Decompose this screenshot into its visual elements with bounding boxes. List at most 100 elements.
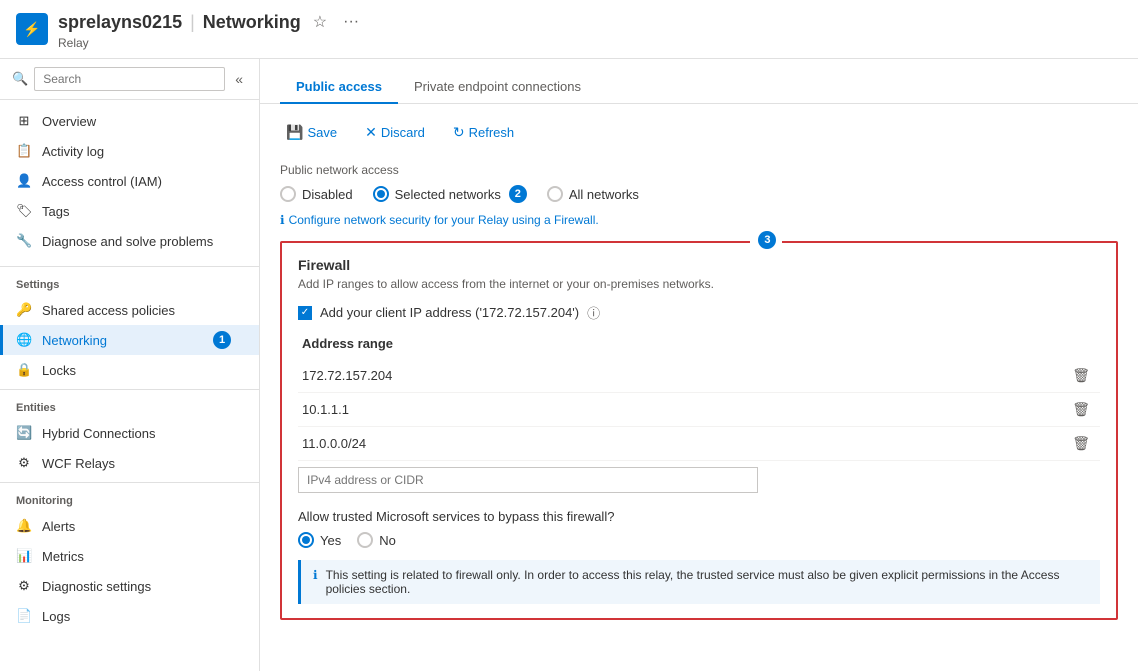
- sidebar-item-label: Hybrid Connections: [42, 426, 155, 441]
- radio-all-networks-circle: [547, 186, 563, 202]
- tab-bar: Public access Private endpoint connectio…: [280, 71, 1118, 103]
- logs-icon: 📄: [16, 608, 32, 624]
- sidebar-item-label: Activity log: [42, 144, 104, 159]
- sidebar-item-access-control[interactable]: 👤 Access control (IAM): [0, 166, 259, 196]
- shared-access-icon: 🔑: [16, 302, 32, 318]
- trusted-info-text: This setting is related to firewall only…: [326, 568, 1088, 596]
- discard-button[interactable]: ✕ Discard: [359, 120, 431, 145]
- favorite-button[interactable]: ☆: [309, 8, 331, 36]
- metrics-icon: 📊: [16, 548, 32, 564]
- client-ip-label: Add your client IP address ('172.72.157.…: [320, 305, 579, 320]
- sidebar-item-label: Shared access policies: [42, 303, 175, 318]
- sidebar-item-diagnose[interactable]: 🔧 Diagnose and solve problems: [0, 226, 259, 256]
- page-title: Networking: [203, 12, 301, 33]
- sidebar-item-label: Overview: [42, 114, 96, 129]
- radio-trusted-yes[interactable]: Yes: [298, 532, 341, 548]
- table-row: 11.0.0.0/24 🗑: [298, 427, 1100, 461]
- resource-name-title: sprelayns0215 | Networking ☆ ··· Relay: [58, 8, 363, 50]
- search-input[interactable]: [34, 67, 225, 91]
- sidebar-item-label: Diagnostic settings: [42, 579, 151, 594]
- sidebar-item-activity-log[interactable]: 📋 Activity log: [0, 136, 259, 166]
- radio-trusted-no-circle: [357, 532, 373, 548]
- delete-address-1-button[interactable]: 🗑: [1066, 399, 1096, 420]
- delete-address-2-button[interactable]: 🗑: [1066, 433, 1096, 454]
- table-row: 172.72.157.204 🗑: [298, 359, 1100, 393]
- sidebar-item-tags[interactable]: 🏷 Tags: [0, 196, 259, 226]
- sidebar-item-label: Locks: [42, 363, 76, 378]
- sidebar-item-wcf-relays[interactable]: ⚙ WCF Relays: [0, 448, 259, 478]
- header-separator: |: [190, 12, 195, 33]
- trusted-section: Allow trusted Microsoft services to bypa…: [298, 509, 1100, 604]
- sidebar-item-label: Logs: [42, 609, 70, 624]
- hybrid-connections-icon: 🔄: [16, 425, 32, 441]
- more-button[interactable]: ···: [339, 9, 363, 35]
- trusted-info-bar: ℹ This setting is related to firewall on…: [298, 560, 1100, 604]
- radio-trusted-yes-circle: [298, 532, 314, 548]
- locks-icon: 🔒: [16, 362, 32, 378]
- trusted-radio-group: Yes No: [298, 532, 1100, 548]
- sidebar-item-hybrid-connections[interactable]: 🔄 Hybrid Connections: [0, 418, 259, 448]
- sidebar-item-metrics[interactable]: 📊 Metrics: [0, 541, 259, 571]
- firewall-title: Firewall: [298, 257, 1100, 273]
- network-access-options: Disabled Selected networks 2 All network…: [280, 185, 1118, 203]
- alerts-icon: 🔔: [16, 518, 32, 534]
- overview-icon: ⊞: [16, 113, 32, 129]
- radio-selected-networks[interactable]: Selected networks 2: [373, 185, 527, 203]
- info-circle-icon: ℹ: [280, 213, 285, 227]
- save-button[interactable]: 💾 Save: [280, 120, 343, 145]
- delete-address-0-button[interactable]: 🗑: [1066, 365, 1096, 386]
- wcf-relays-icon: ⚙: [16, 455, 32, 471]
- sidebar-item-alerts[interactable]: 🔔 Alerts: [0, 511, 259, 541]
- sidebar-item-label: Metrics: [42, 549, 84, 564]
- toolbar: 💾 Save ✕ Discard ↻ Refresh: [280, 120, 1118, 145]
- resource-name: sprelayns0215: [58, 12, 182, 33]
- firewall-info-link[interactable]: ℹ Configure network security for your Re…: [280, 213, 1118, 227]
- refresh-button[interactable]: ↻ Refresh: [447, 120, 520, 145]
- client-ip-checkbox[interactable]: [298, 306, 312, 320]
- resource-icon: ⚡: [16, 13, 48, 45]
- sidebar-item-label: WCF Relays: [42, 456, 115, 471]
- collapse-button[interactable]: «: [231, 69, 247, 89]
- new-address-row: [298, 467, 1100, 493]
- sidebar-item-diagnostic-settings[interactable]: ⚙ Diagnostic settings: [0, 571, 259, 601]
- radio-selected-networks-circle: [373, 186, 389, 202]
- sidebar-item-overview[interactable]: ⊞ Overview: [0, 106, 259, 136]
- radio-disabled-circle: [280, 186, 296, 202]
- sidebar-item-label: Alerts: [42, 519, 75, 534]
- sidebar-item-label: Diagnose and solve problems: [42, 234, 213, 249]
- firewall-section: 3 Firewall Add IP ranges to allow access…: [280, 241, 1118, 620]
- sidebar-item-shared-access-policies[interactable]: 🔑 Shared access policies: [0, 295, 259, 325]
- networking-icon: 🌐: [16, 332, 32, 348]
- radio-all-networks[interactable]: All networks: [547, 186, 639, 202]
- main-content: Public access Private endpoint connectio…: [260, 59, 1138, 671]
- nav-section: ⊞ Overview 📋 Activity log 👤 Access contr…: [0, 100, 259, 262]
- tab-public-access[interactable]: Public access: [280, 71, 398, 104]
- monitoring-section-label: Monitoring: [0, 487, 259, 511]
- search-icon: 🔍: [12, 71, 28, 87]
- selected-networks-badge: 2: [509, 185, 527, 203]
- network-access-label: Public network access: [280, 163, 1118, 177]
- entities-section-label: Entities: [0, 394, 259, 418]
- sidebar-item-label: Access control (IAM): [42, 174, 162, 189]
- sidebar-item-logs[interactable]: 📄 Logs: [0, 601, 259, 631]
- networking-badge: 1: [213, 331, 231, 349]
- tab-private-endpoint[interactable]: Private endpoint connections: [398, 71, 597, 104]
- radio-disabled[interactable]: Disabled: [280, 186, 353, 202]
- address-value: 10.1.1.1: [302, 402, 349, 417]
- info-tooltip-icon: ⓘ: [587, 303, 600, 322]
- sidebar-item-locks[interactable]: 🔒 Locks: [0, 355, 259, 385]
- address-range-label: Address range: [298, 336, 1100, 351]
- sidebar-search-area: 🔍 «: [0, 59, 259, 100]
- firewall-badge-3: 3: [750, 231, 782, 249]
- sidebar-item-networking[interactable]: 🌐 Networking 1: [0, 325, 259, 355]
- diagnostic-icon: ⚙: [16, 578, 32, 594]
- tags-icon: 🏷: [16, 203, 32, 219]
- sidebar-item-label: Tags: [42, 204, 69, 219]
- radio-trusted-no[interactable]: No: [357, 532, 396, 548]
- settings-section-label: Settings: [0, 271, 259, 295]
- client-ip-checkbox-row: Add your client IP address ('172.72.157.…: [298, 303, 1100, 322]
- cidr-input[interactable]: [298, 467, 758, 493]
- refresh-icon: ↻: [453, 124, 465, 141]
- address-value: 172.72.157.204: [302, 368, 392, 383]
- sidebar: 🔍 « ⊞ Overview 📋 Activity log 👤 Access c…: [0, 59, 260, 671]
